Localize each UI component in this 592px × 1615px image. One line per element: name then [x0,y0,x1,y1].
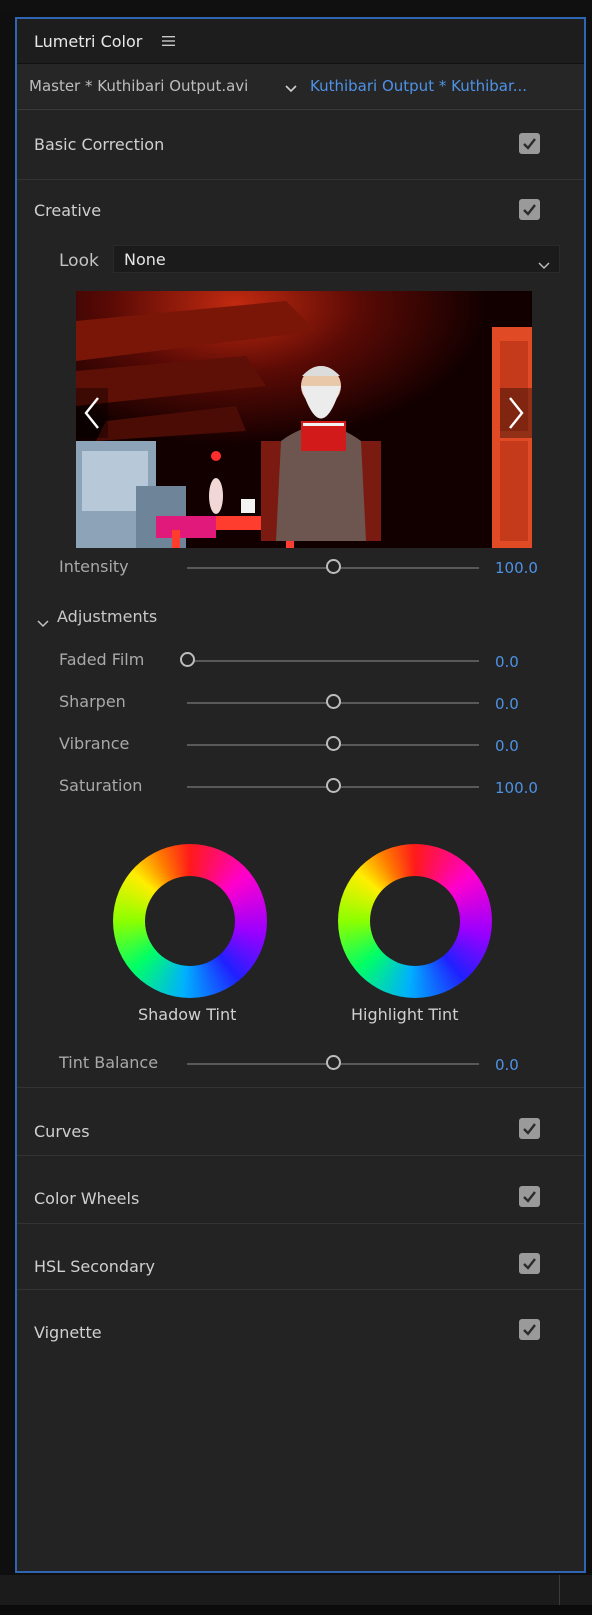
bottom-status-bar [0,1575,592,1615]
active-clip-label[interactable]: Kuthibari Output * Kuthibar... [310,77,527,95]
intensity-slider-thumb[interactable] [326,559,341,574]
adjustments-label[interactable]: Adjustments [57,607,157,626]
creative-checkbox[interactable] [519,199,540,220]
previous-look-button[interactable] [76,388,108,438]
lumetri-color-panel: Lumetri Color Master * Kuthibari Output.… [15,17,586,1573]
color-wheels-checkbox[interactable] [519,1186,540,1207]
chevron-down-icon[interactable] [284,79,298,98]
vignette-checkbox[interactable] [519,1319,540,1340]
saturation-label: Saturation [59,776,143,795]
section-curves-label[interactable]: Curves [34,1122,90,1141]
vibrance-value[interactable]: 0.0 [495,737,519,755]
chevron-down-icon[interactable] [37,613,49,632]
bottom-edge [0,1605,592,1615]
panel-header: Lumetri Color [17,19,584,63]
saturation-value[interactable]: 100.0 [495,779,538,797]
highlight-tint-wheel[interactable] [338,844,492,998]
faded-film-label: Faded Film [59,650,145,669]
look-preview-image [76,291,532,548]
hsl-secondary-checkbox[interactable] [519,1253,540,1274]
next-look-button[interactable] [500,388,532,438]
sharpen-slider-thumb[interactable] [326,694,341,709]
master-clip-label[interactable]: Master * Kuthibari Output.avi [29,77,248,95]
panel-title: Lumetri Color [34,32,143,51]
faded-film-value[interactable]: 0.0 [495,653,519,671]
shadow-tint-wheel[interactable] [113,844,267,998]
section-hsl-secondary-label[interactable]: HSL Secondary [34,1257,155,1276]
look-dropdown[interactable]: None [113,245,560,273]
curves-checkbox[interactable] [519,1118,540,1139]
clip-selector: Master * Kuthibari Output.avi Kuthibari … [17,64,584,108]
highlight-tint-label: Highlight Tint [351,1005,459,1024]
vibrance-slider-thumb[interactable] [326,736,341,751]
section-color-wheels-label[interactable]: Color Wheels [34,1189,139,1208]
sharpen-label: Sharpen [59,692,126,711]
look-label: Look [59,251,99,271]
section-vignette-label[interactable]: Vignette [34,1323,102,1342]
vibrance-label: Vibrance [59,734,130,753]
faded-film-slider-thumb[interactable] [180,652,195,667]
divider [559,1575,560,1605]
intensity-label: Intensity [59,557,129,576]
section-basic-correction-label[interactable]: Basic Correction [34,135,164,154]
basic-correction-checkbox[interactable] [519,133,540,154]
hamburger-menu-icon[interactable] [162,33,176,52]
tint-balance-label: Tint Balance [59,1053,159,1072]
section-creative-label[interactable]: Creative [34,201,101,220]
tint-balance-slider-thumb[interactable] [326,1055,341,1070]
chevron-down-icon [538,255,550,274]
sharpen-value[interactable]: 0.0 [495,695,519,713]
look-dropdown-value: None [124,250,166,269]
faded-film-slider-track[interactable] [187,660,479,662]
top-strip [0,0,592,10]
intensity-value[interactable]: 100.0 [495,559,538,577]
saturation-slider-thumb[interactable] [326,778,341,793]
shadow-tint-label: Shadow Tint [138,1005,237,1024]
tint-balance-value[interactable]: 0.0 [495,1056,519,1074]
